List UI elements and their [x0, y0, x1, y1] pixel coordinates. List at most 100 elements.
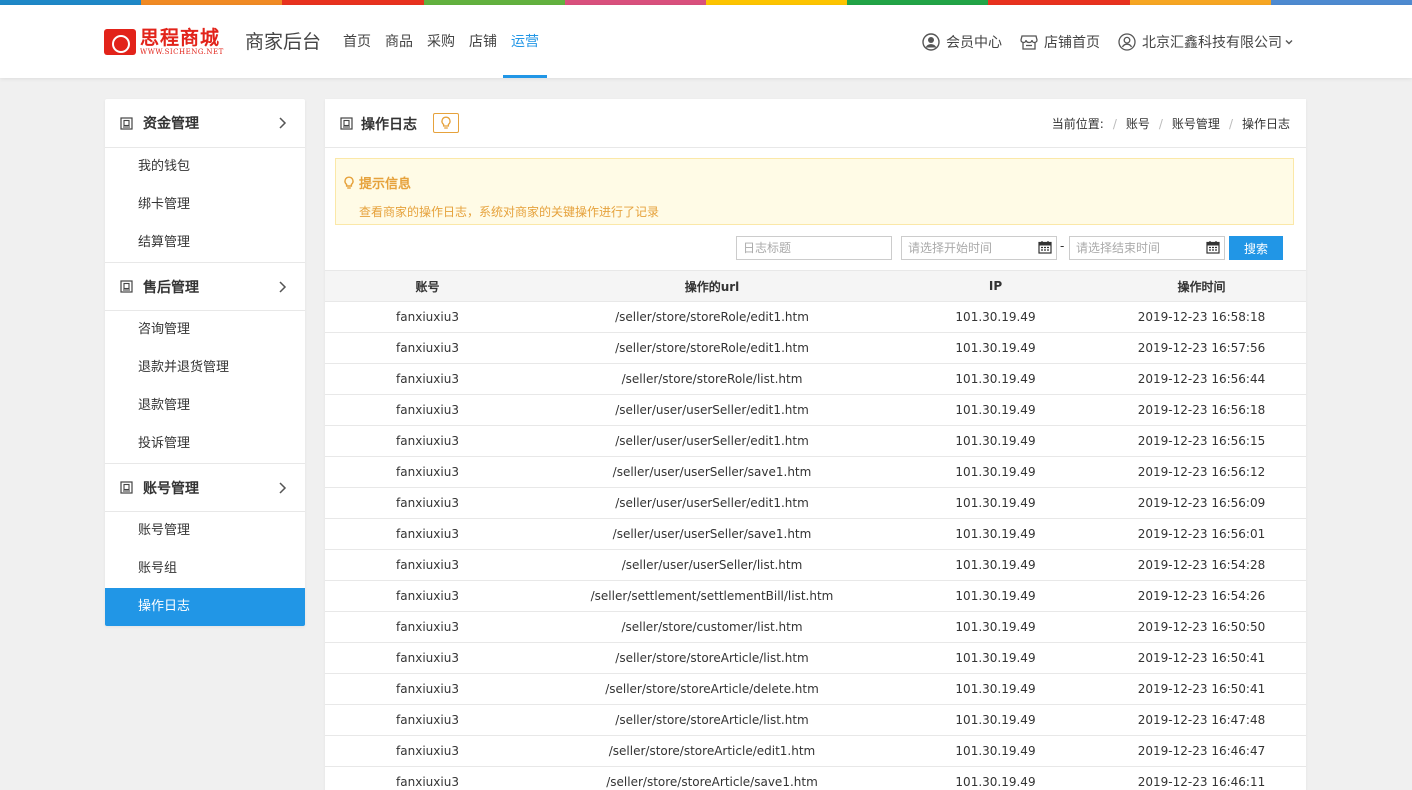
- nav-operation[interactable]: 运营: [503, 5, 547, 78]
- table-row: fanxiuxiu3/seller/store/storeRole/edit1.…: [325, 332, 1306, 364]
- menu-group-title: 售后管理: [143, 279, 199, 296]
- shop-home-label: 店铺首页: [1044, 34, 1100, 51]
- chevron-right-icon: [279, 281, 287, 293]
- logo-mark-icon: [104, 29, 136, 55]
- cell-account: fanxiuxiu3: [325, 735, 530, 767]
- cell-ip: 101.30.19.49: [894, 735, 1097, 767]
- cell-url: /seller/store/storeRole/list.htm: [530, 363, 894, 395]
- search-button[interactable]: 搜索: [1229, 236, 1283, 260]
- page-title: 操作日志: [340, 99, 417, 148]
- header-right: 会员中心 店铺首页 北京汇鑫科技有限公司: [904, 5, 1294, 78]
- cell-url: /seller/user/userSeller/edit1.htm: [530, 487, 894, 519]
- shop-home-link[interactable]: 店铺首页: [1020, 32, 1100, 52]
- chevron-right-icon: [279, 482, 287, 494]
- cell-account: fanxiuxiu3: [325, 766, 530, 790]
- sidebar-item-bind-card[interactable]: 绑卡管理: [105, 186, 305, 224]
- cell-time: 2019-12-23 16:50:50: [1097, 611, 1306, 643]
- cell-time: 2019-12-23 16:56:12: [1097, 456, 1306, 488]
- cell-account: fanxiuxiu3: [325, 301, 530, 333]
- cell-account: fanxiuxiu3: [325, 363, 530, 395]
- cell-url: /seller/store/storeRole/edit1.htm: [530, 301, 894, 333]
- cell-time: 2019-12-23 16:46:47: [1097, 735, 1306, 767]
- cell-ip: 101.30.19.49: [894, 704, 1097, 736]
- cell-time: 2019-12-23 16:47:48: [1097, 704, 1306, 736]
- tip-title: 提示信息: [343, 173, 411, 192]
- cell-url: /seller/user/userSeller/edit1.htm: [530, 394, 894, 426]
- column-header-url: 操作的url: [530, 270, 894, 302]
- cell-url: /seller/store/storeArticle/list.htm: [530, 642, 894, 674]
- breadcrumb-separator: /: [1228, 116, 1233, 131]
- cell-url: /seller/user/userSeller/save1.htm: [530, 456, 894, 488]
- cell-time: 2019-12-23 16:58:18: [1097, 301, 1306, 333]
- cell-url: /seller/store/storeRole/edit1.htm: [530, 332, 894, 364]
- table-row: fanxiuxiu3/seller/user/userSeller/edit1.…: [325, 394, 1306, 426]
- nav-goods[interactable]: 商品: [379, 5, 419, 78]
- sidebar-item-complaint[interactable]: 投诉管理: [105, 425, 305, 463]
- company-account-menu[interactable]: 北京汇鑫科技有限公司: [1118, 32, 1294, 52]
- cell-url: /seller/store/storeArticle/list.htm: [530, 704, 894, 736]
- sidebar-item-refund[interactable]: 退款管理: [105, 387, 305, 425]
- cell-time: 2019-12-23 16:56:18: [1097, 394, 1306, 426]
- top-nav: 首页 商品 采购 店铺 运营: [336, 5, 547, 78]
- sidebar-item-my-wallet[interactable]: 我的钱包: [105, 148, 305, 186]
- cell-url: /seller/store/customer/list.htm: [530, 611, 894, 643]
- calendar-icon[interactable]: [1206, 240, 1220, 254]
- breadcrumb-item[interactable]: 账号管理: [1172, 115, 1220, 132]
- breadcrumb-separator: /: [1112, 116, 1117, 131]
- table-row: fanxiuxiu3/seller/store/storeRole/list.h…: [325, 363, 1306, 395]
- nav-home[interactable]: 首页: [337, 5, 377, 78]
- panel-header: 操作日志 当前位置: / 账号 / 账号管理 / 操作日志: [325, 99, 1306, 148]
- end-date-input[interactable]: [1069, 236, 1225, 260]
- column-header-account: 账号: [325, 270, 530, 302]
- cell-ip: 101.30.19.49: [894, 642, 1097, 674]
- table-row: fanxiuxiu3/seller/store/customer/list.ht…: [325, 611, 1306, 643]
- menu-group-after-sales: 售后管理 咨询管理 退款并退货管理 退款管理 投诉管理: [105, 262, 305, 463]
- table-row: fanxiuxiu3/seller/user/userSeller/list.h…: [325, 549, 1306, 581]
- table-row: fanxiuxiu3/seller/user/userSeller/edit1.…: [325, 425, 1306, 457]
- menu-group-head-funds[interactable]: 资金管理: [105, 99, 305, 148]
- tip-title-text: 提示信息: [359, 177, 412, 192]
- breadcrumb: 当前位置: / 账号 / 账号管理 / 操作日志: [1052, 99, 1290, 148]
- cell-ip: 101.30.19.49: [894, 580, 1097, 612]
- logo[interactable]: 思程商城 WWW.SICHENG.NET: [104, 27, 238, 59]
- cell-time: 2019-12-23 16:54:28: [1097, 549, 1306, 581]
- cell-url: /seller/store/storeArticle/delete.htm: [530, 673, 894, 705]
- cell-ip: 101.30.19.49: [894, 363, 1097, 395]
- sidebar-item-refund-return[interactable]: 退款并退货管理: [105, 349, 305, 387]
- sidebar-item-operation-log[interactable]: 操作日志: [105, 588, 305, 626]
- cell-time: 2019-12-23 16:54:26: [1097, 580, 1306, 612]
- table-row: fanxiuxiu3/seller/store/storeArticle/del…: [325, 673, 1306, 705]
- nav-shop[interactable]: 店铺: [463, 5, 503, 78]
- menu-group-title: 账号管理: [143, 480, 199, 497]
- cell-ip: 101.30.19.49: [894, 332, 1097, 364]
- sidebar-item-account-group[interactable]: 账号组: [105, 550, 305, 588]
- cell-ip: 101.30.19.49: [894, 487, 1097, 519]
- cell-ip: 101.30.19.49: [894, 394, 1097, 426]
- start-date-input[interactable]: [901, 236, 1057, 260]
- cell-ip: 101.30.19.49: [894, 425, 1097, 457]
- cell-url: /seller/settlement/settlementBill/list.h…: [530, 580, 894, 612]
- table-row: fanxiuxiu3/seller/store/storeArticle/lis…: [325, 704, 1306, 736]
- tip-toggle-button[interactable]: [433, 113, 459, 133]
- sidebar-item-settlement[interactable]: 结算管理: [105, 224, 305, 262]
- calendar-icon[interactable]: [1038, 240, 1052, 254]
- nav-purchase[interactable]: 采购: [421, 5, 461, 78]
- member-center-link[interactable]: 会员中心: [922, 32, 1002, 52]
- cell-time: 2019-12-23 16:46:11: [1097, 766, 1306, 790]
- cell-url: /seller/store/storeArticle/edit1.htm: [530, 735, 894, 767]
- cell-account: fanxiuxiu3: [325, 425, 530, 457]
- sidebar-item-account-manage[interactable]: 账号管理: [105, 512, 305, 550]
- cell-time: 2019-12-23 16:56:15: [1097, 425, 1306, 457]
- cell-ip: 101.30.19.49: [894, 549, 1097, 581]
- cell-account: fanxiuxiu3: [325, 332, 530, 364]
- menu-group-head-after-sales[interactable]: 售后管理: [105, 262, 305, 311]
- cell-account: fanxiuxiu3: [325, 642, 530, 674]
- page-title-text: 操作日志: [361, 116, 417, 133]
- cell-ip: 101.30.19.49: [894, 611, 1097, 643]
- sidebar-item-consult[interactable]: 咨询管理: [105, 311, 305, 349]
- menu-group-head-account[interactable]: 账号管理: [105, 463, 305, 512]
- breadcrumb-item[interactable]: 账号: [1126, 115, 1150, 132]
- log-title-input[interactable]: [736, 236, 892, 260]
- cell-url: /seller/user/userSeller/list.htm: [530, 549, 894, 581]
- breadcrumb-separator: /: [1158, 116, 1163, 131]
